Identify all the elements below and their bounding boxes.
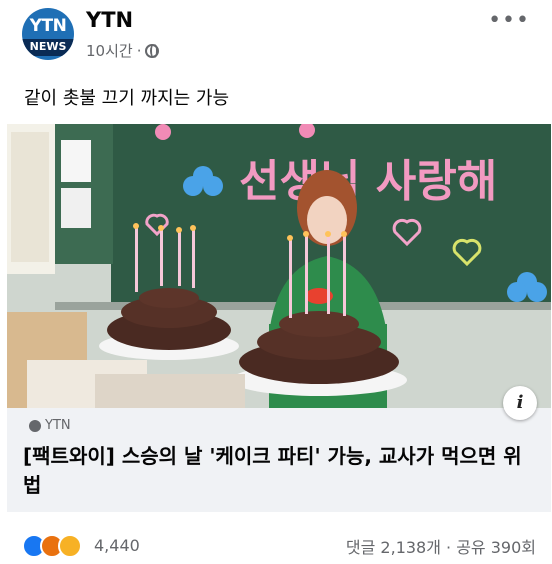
- haha-reaction-icon: [58, 534, 82, 558]
- post-meta: 10시간 ·: [86, 40, 160, 61]
- post-image[interactable]: 선생님 사랑해: [7, 124, 551, 408]
- link-preview[interactable]: i YTN [팩트와이] 스승의 날 '케이크 파티' 가능, 교사가 먹으면 …: [7, 386, 551, 512]
- post-header: YTN NEWS YTN 10시간 · •••: [0, 0, 552, 70]
- post-time[interactable]: 10시간: [86, 40, 133, 61]
- post-footer: 4,440 댓글 2,138개 · 공유 390회: [0, 522, 552, 564]
- post-caption: 같이 촛불 끄기 까지는 가능: [24, 88, 230, 109]
- reaction-count[interactable]: 4,440: [94, 536, 140, 555]
- reaction-icons[interactable]: [22, 534, 82, 558]
- globe-icon: [145, 43, 160, 58]
- meta-separator: ·: [136, 41, 142, 60]
- avatar-logo-top: YTN: [29, 16, 67, 36]
- avatar-logo-bottom: NEWS: [29, 40, 67, 53]
- info-icon[interactable]: i: [503, 386, 537, 420]
- link-icon: [29, 419, 41, 432]
- link-title[interactable]: [팩트와이] 스승의 날 '케이크 파티' 가능, 교사가 먹으면 위법: [23, 442, 533, 500]
- classroom-photo: 선생님 사랑해: [7, 124, 551, 408]
- comment-share-stats[interactable]: 댓글 2,138개 · 공유 390회: [346, 534, 536, 558]
- page-avatar[interactable]: YTN NEWS: [22, 8, 74, 60]
- link-domain-text: YTN: [45, 418, 71, 433]
- more-icon[interactable]: •••: [488, 8, 530, 33]
- link-domain: YTN: [29, 418, 71, 433]
- chalk-text: 선생님 사랑해: [239, 156, 497, 207]
- page-name[interactable]: YTN: [86, 8, 133, 32]
